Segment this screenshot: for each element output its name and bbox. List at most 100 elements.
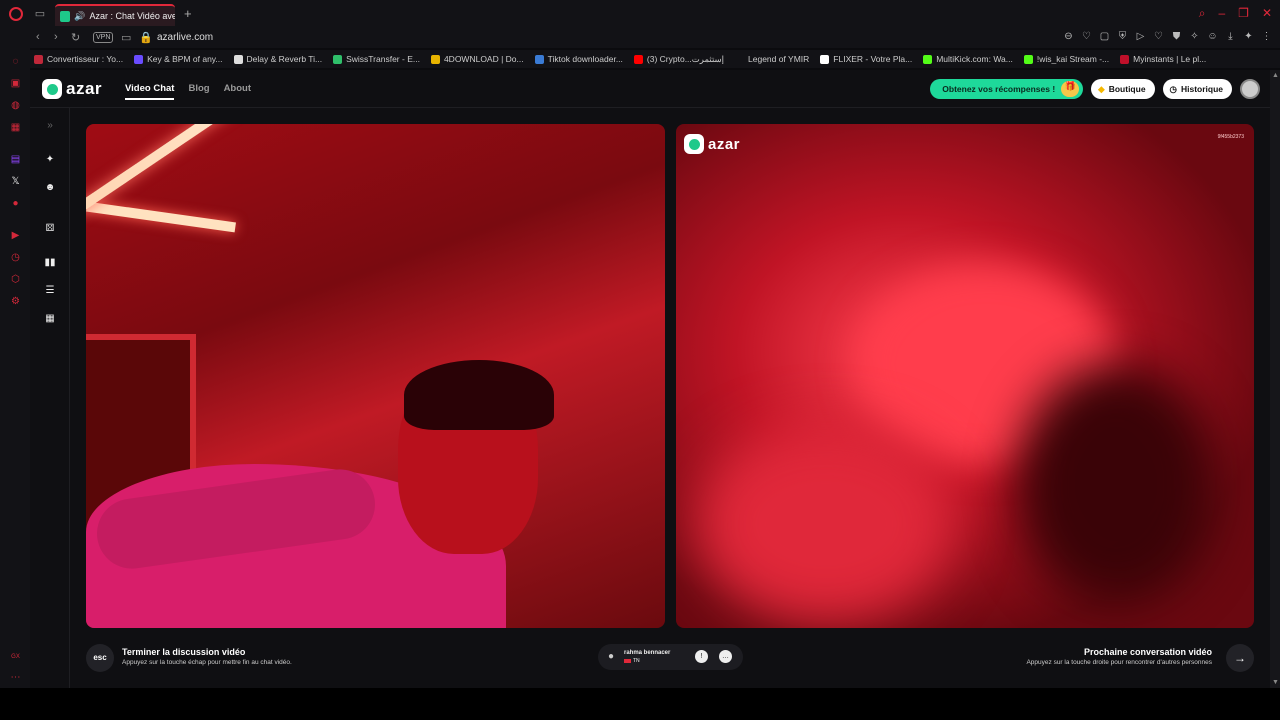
chat-button[interactable]: … [719,650,732,663]
player-icon[interactable]: ▷ [1135,31,1146,42]
layout-side-by-side-icon[interactable]: ▮▮ [44,257,56,269]
bookmark-favicon-icon [923,54,933,64]
bookmark-favicon-icon [134,54,144,64]
bookmark-item[interactable]: Legend of YMIR [735,54,809,64]
red-app-icon[interactable]: ● [10,198,21,209]
bookmark-label: Convertisseur : Yo... [47,54,124,64]
azar-watermark-icon [684,134,704,154]
download-icon[interactable]: ⤓ [1225,31,1236,42]
bookmark-favicon-icon [34,54,43,64]
magic-wand-icon[interactable]: ✦ [44,154,56,166]
bookmark-item[interactable]: !wis_kai Stream -... [1023,54,1109,64]
twitch-icon[interactable]: ▤ [10,154,21,165]
snapshot-icon[interactable]: ▢ [1099,31,1110,42]
next-chat-button[interactable]: → [1226,644,1254,672]
shopping-icon[interactable]: ▣ [10,78,21,89]
bookmark-item[interactable]: Key & BPM of any... [134,54,223,64]
reload-icon[interactable]: ↻ [71,31,80,44]
azar-logo[interactable]: azar [42,79,102,99]
shop-button[interactable]: ◆ Boutique [1091,79,1155,99]
profile-icon[interactable]: ☺ [1207,31,1218,42]
opera-logo-icon[interactable] [9,7,23,21]
local-video [86,124,665,628]
speed-dial-icon[interactable]: ◌ [10,56,21,67]
nav-about[interactable]: About [224,83,251,100]
expand-icon[interactable]: » [44,120,56,132]
partner-name: rahma bennacer [624,650,671,656]
partner-info: ● rahma bennacer TN ! … [598,644,743,670]
report-button[interactable]: ! [695,650,708,663]
history-icon[interactable]: ◷ [10,252,21,263]
tab-island-icon[interactable]: ▭ [34,8,46,20]
camera-icon[interactable]: ▭ [121,31,131,44]
taskbar-strip [0,688,1280,720]
bookmark-favicon-icon [820,54,830,64]
face-filter-icon[interactable]: ☻ [44,182,56,194]
gx-corner-icon[interactable]: ▦ [10,122,21,133]
bookmark-label: Myinstants | Le pl... [1133,54,1207,64]
bookmark-item[interactable]: Tiktok downloader... [534,54,623,64]
heart-icon[interactable]: ♡ [1153,31,1164,42]
end-chat-button[interactable]: esc [86,644,114,672]
tab-azar[interactable]: 🔊 Azar : Chat Vidéo avec [55,4,175,26]
lock-icon: 🔒 [139,32,153,44]
bookmark-item[interactable]: MultiKick.com: Wa... [923,54,1013,64]
bookmark-item[interactable]: 4DOWNLOAD | Do... [430,54,524,64]
zoom-icon[interactable]: ⊖ [1063,31,1074,42]
player-sidebar-icon[interactable]: ▶ [10,230,21,241]
bottom-controls: esc Terminer la discussion vidéo Appuyez… [70,632,1270,688]
page-scrollbar[interactable]: ▲ ▼ [1270,70,1280,688]
adblock-icon[interactable]: ⛊ [1171,31,1182,42]
rewards-button[interactable]: Obtenez vos récompenses ! 🎁 [930,79,1084,99]
scroll-up-icon[interactable]: ▲ [1272,72,1279,79]
bookmark-item[interactable]: FLIXER - Votre Pla... [820,54,912,64]
extensions-icon[interactable]: ✧ [1189,31,1200,42]
bookmark-label: Key & BPM of any... [147,54,223,64]
bookmark-item[interactable]: Convertisseur : Yo... [34,54,123,64]
close-button[interactable]: ✕ [1262,6,1272,20]
speaker-icon[interactable]: 🔊 [74,11,85,22]
bookmark-favicon-icon [534,54,544,64]
azar-page: azar Video Chat Blog About Obtenez vos r… [30,70,1270,688]
bookmark-item[interactable]: (3) Crypto...إستثمرت [633,54,724,65]
vpn-badge[interactable]: VPN [93,32,114,43]
back-icon[interactable]: ‹ [36,31,40,43]
menu-icon[interactable]: ⋮ [1261,31,1272,42]
scroll-down-icon[interactable]: ▼ [1272,679,1279,686]
bookmark-item[interactable]: Delay & Reverb Ti... [233,54,322,64]
settings-icon[interactable]: ⚙ [10,296,21,307]
new-tab-button[interactable]: + [184,6,192,21]
bookmark-icon[interactable]: ♡ [1081,31,1092,42]
restore-button[interactable]: ❐ [1238,6,1249,20]
browser-window: ▭ 🔊 Azar : Chat Vidéo avec + ⌕ – ❐ ✕ ‹ ›… [0,0,1280,720]
aria-ai-icon[interactable]: ✦ [1243,31,1254,42]
search-tabs-icon[interactable]: ⌕ [1199,6,1206,20]
more-icon[interactable]: ⋯ [10,672,21,683]
tab-bar: ▭ 🔊 Azar : Chat Vidéo avec + ⌕ – ❐ ✕ [0,0,1280,28]
shield-icon[interactable]: ⛨ [1117,31,1128,42]
bookmark-item[interactable]: Myinstants | Le pl... [1120,54,1206,64]
dice-icon[interactable]: ⚄ [44,223,56,235]
history-button[interactable]: ◷ Historique [1162,79,1232,99]
minimize-button[interactable]: – [1218,6,1225,20]
gem-icon: ◆ [1098,83,1105,94]
led-strip [86,201,236,233]
nav-video-chat[interactable]: Video Chat [125,83,175,100]
person-hair [404,360,554,430]
nav-blog[interactable]: Blog [188,83,209,100]
url-field[interactable]: azarlive.com [157,32,213,43]
bookmark-item[interactable]: SwissTransfer - E... [333,54,420,64]
user-avatar[interactable] [1240,79,1260,99]
gift-icon: 🎁 [1061,81,1080,97]
remote-logo-text: azar [708,135,741,153]
gx-icon[interactable]: GX [10,652,21,663]
bookmark-label: FLIXER - Votre Pla... [833,54,913,64]
messenger-icon[interactable]: ◍ [10,100,21,111]
forward-icon[interactable]: › [54,31,58,43]
x-twitter-icon[interactable]: 𝕏 [10,176,21,187]
layout-stacked-icon[interactable]: ☰ [44,285,56,297]
extensions-sidebar-icon[interactable]: ⬡ [10,274,21,285]
bookmark-label: SwissTransfer - E... [346,54,420,64]
end-chat-hint: Appuyez sur la touche échap pour mettre … [122,659,292,666]
layout-grid-icon[interactable]: ▦ [44,313,56,325]
